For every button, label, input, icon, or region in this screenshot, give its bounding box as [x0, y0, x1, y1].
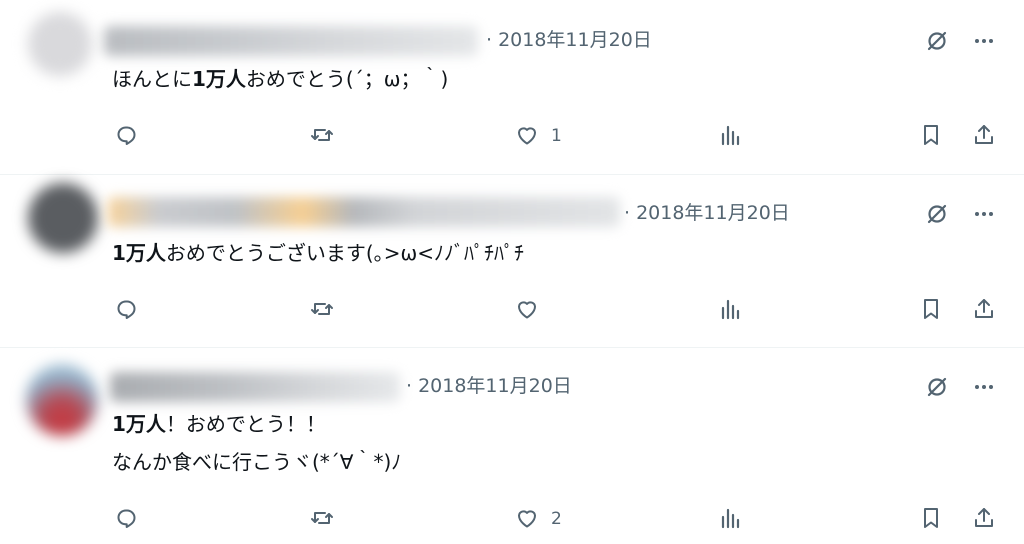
post-text: ほんとに1万人おめでとう(´；ω；｀)	[112, 63, 448, 96]
post-date[interactable]: · 2018年11月20日	[406, 373, 572, 399]
grok-icon[interactable]	[922, 26, 952, 56]
post-text: 1万人おめでとうございます(｡>ω<ﾉﾉﾞﾊﾟﾁﾊﾟﾁ	[112, 237, 524, 270]
repost-icon[interactable]	[307, 294, 337, 324]
heart-icon[interactable]	[512, 294, 542, 324]
post-text-bold: 1万人	[192, 67, 246, 91]
bookmark-icon[interactable]	[916, 120, 946, 150]
bookmark-icon[interactable]	[916, 503, 946, 533]
post-text-bold: 1万人	[112, 241, 166, 265]
bookmark-icon[interactable]	[916, 294, 946, 324]
views-icon[interactable]	[715, 120, 745, 150]
user-name-redacted[interactable]	[110, 372, 400, 402]
post-3[interactable]: · 2018年11月20日 1万人！おめでとう！！ なんか食べに行こうヾ(*´∀…	[0, 348, 1024, 544]
like-count: 2	[551, 509, 562, 529]
post-date[interactable]: · 2018年11月20日	[486, 27, 652, 53]
share-icon[interactable]	[969, 503, 999, 533]
post-1[interactable]: · 2018年11月20日 ほんとに1万人おめでとう(´；ω；｀) 1	[0, 0, 1024, 174]
share-icon[interactable]	[969, 294, 999, 324]
post-text-after: ！おめでとう！！	[165, 412, 326, 436]
reply-icon[interactable]	[111, 294, 141, 324]
heart-icon[interactable]	[512, 120, 542, 150]
heart-icon[interactable]	[512, 503, 542, 533]
more-icon[interactable]	[969, 199, 999, 229]
more-icon[interactable]	[969, 372, 999, 402]
post-text-bold: 1万人	[112, 412, 166, 436]
reply-feed: · 2018年11月20日 ほんとに1万人おめでとう(´；ω；｀) 1 · 20…	[0, 0, 1024, 544]
post-text: 1万人！おめでとう！！	[112, 408, 326, 441]
avatar[interactable]	[28, 12, 92, 76]
views-icon[interactable]	[715, 294, 745, 324]
post-text-after: おめでとうございます(｡>ω<ﾉﾉﾞﾊﾟﾁﾊﾟﾁ	[165, 241, 524, 265]
reply-icon[interactable]	[111, 503, 141, 533]
like-count: 1	[551, 126, 562, 146]
post-2[interactable]: · 2018年11月20日 1万人おめでとうございます(｡>ω<ﾉﾉﾞﾊﾟﾁﾊﾟ…	[0, 175, 1024, 347]
avatar[interactable]	[28, 183, 98, 253]
repost-icon[interactable]	[307, 120, 337, 150]
post-date[interactable]: · 2018年11月20日	[624, 200, 790, 226]
repost-icon[interactable]	[307, 503, 337, 533]
user-name-redacted[interactable]	[108, 197, 620, 227]
share-icon[interactable]	[969, 120, 999, 150]
grok-icon[interactable]	[922, 372, 952, 402]
avatar[interactable]	[26, 364, 98, 436]
grok-icon[interactable]	[922, 199, 952, 229]
user-name-redacted[interactable]	[104, 26, 478, 56]
post-text-before: ほんとに	[112, 67, 192, 91]
views-icon[interactable]	[715, 503, 745, 533]
post-text-line-2: なんか食べに行こうヾ(*´∀｀*)ﾉ	[112, 450, 402, 474]
post-text-after: おめでとう(´；ω；｀)	[245, 67, 449, 91]
reply-icon[interactable]	[111, 120, 141, 150]
more-icon[interactable]	[969, 26, 999, 56]
